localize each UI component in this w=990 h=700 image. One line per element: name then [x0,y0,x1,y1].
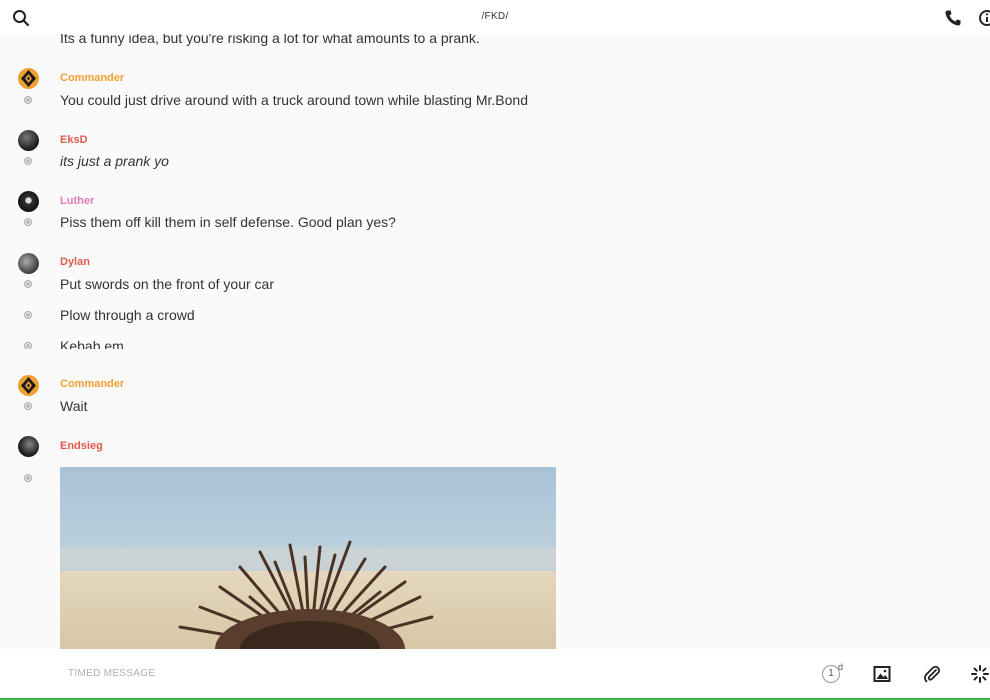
delivery-status-icon [24,218,32,226]
message-author: EksD [60,134,88,146]
message-text: Kebab em [60,338,124,349]
commander-logo-icon [21,377,36,394]
message-author: Commander [60,378,125,390]
info-icon[interactable] [978,9,990,27]
message-text: Piss them off kill them in self defense.… [60,214,396,230]
delivery-status-icon [24,157,32,165]
composer-bar: TIMED MESSAGE 1 d [0,649,990,700]
message-input[interactable]: TIMED MESSAGE [68,668,155,679]
image-attachment[interactable] [60,467,556,649]
message-clip: Kebab em [0,334,600,349]
sparkle-icon[interactable] [970,664,990,684]
avatar[interactable] [18,68,39,89]
delivery-status-icon [24,342,32,349]
message-text: You could just drive around with a truck… [60,92,528,108]
message-author: Commander [60,72,125,84]
message-text: Wait [60,398,88,414]
timer-unit-label: d [838,662,844,672]
image-icon[interactable] [872,664,892,684]
message-text: its just a prank yo [60,153,169,169]
delivery-status-icon [24,402,32,410]
conversation-title: /FKD/ [481,11,509,22]
avatar[interactable] [18,130,39,151]
message-text: Its a funny idea, but you're risking a l… [60,34,480,46]
delivery-status-icon [24,280,32,288]
message-text: Put swords on the front of your car [60,276,274,292]
message-list[interactable]: Its a funny idea, but you're risking a l… [0,34,990,649]
top-bar: /FKD/ [0,0,990,34]
avatar[interactable] [18,375,39,396]
message-author: Endsieg [60,440,103,452]
avatar[interactable] [18,191,39,212]
delivery-status-icon [24,474,32,482]
delivery-status-icon [24,96,32,104]
delivery-status-icon [24,311,32,319]
message-author: Dylan [60,256,90,268]
avatar[interactable] [18,436,39,457]
avatar[interactable] [18,253,39,274]
message-author: Luther [60,195,95,207]
phone-icon[interactable] [944,9,962,27]
commander-logo-icon [21,70,36,87]
message-text: Plow through a crowd [60,307,195,323]
paperclip-icon[interactable] [922,664,942,684]
